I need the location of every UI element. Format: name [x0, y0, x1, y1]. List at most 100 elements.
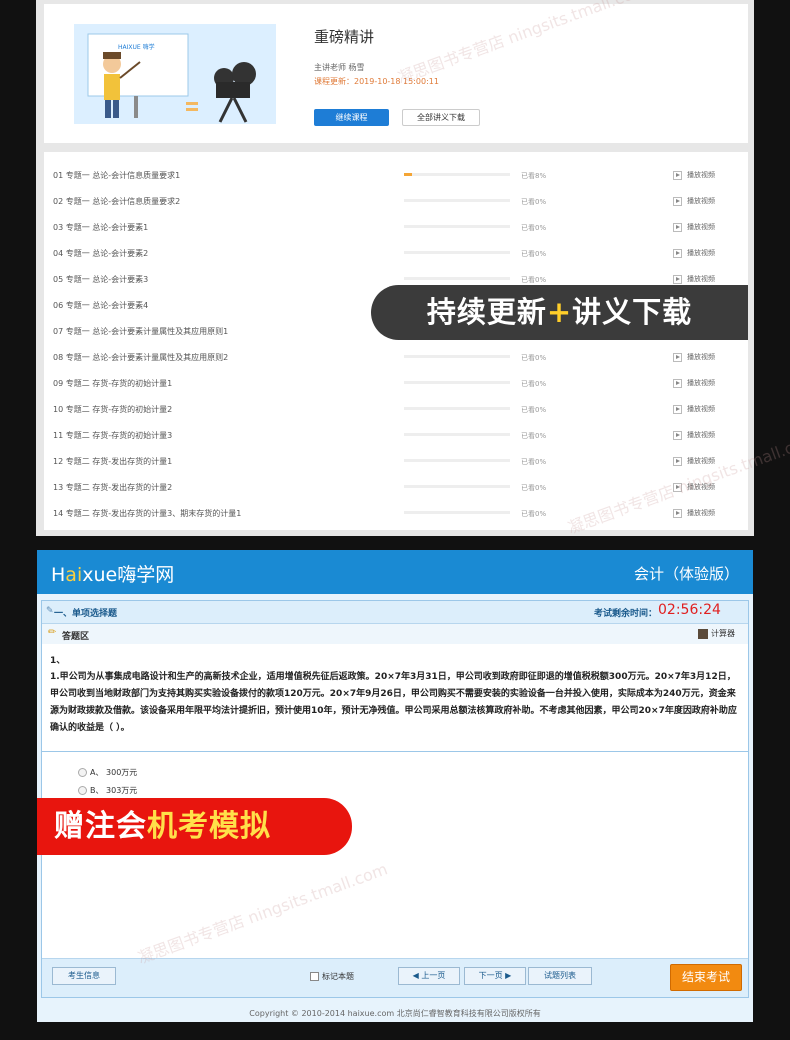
- lesson-row[interactable]: 10 专题二 存货-存货的初始计量2 已看0% 播放视频: [44, 395, 748, 421]
- play-label: 播放视频: [687, 275, 715, 283]
- course-title: 重磅精讲: [314, 28, 375, 46]
- continue-course-button[interactable]: 继续课程: [314, 109, 389, 126]
- lesson-row[interactable]: 01 专题一 总论-会计信息质量要求1 已看8% 播放视频: [44, 161, 748, 187]
- play-icon: [673, 248, 682, 258]
- play-icon: [673, 274, 682, 284]
- end-exam-button[interactable]: 结束考试: [670, 964, 742, 991]
- play-video-button[interactable]: 播放视频: [673, 248, 715, 258]
- pen-icon: ✎: [46, 606, 54, 616]
- logo-rest: xue嗨学网: [82, 564, 175, 586]
- download-notes-button[interactable]: 全部讲义下载: [402, 109, 480, 126]
- candidate-info-button[interactable]: 考生信息: [52, 967, 116, 985]
- progress-bar: [404, 459, 510, 462]
- haixue-logo: Haixue嗨学网: [51, 560, 174, 587]
- play-icon: [673, 456, 682, 466]
- play-video-button[interactable]: 播放视频: [673, 508, 715, 518]
- lesson-row[interactable]: 02 专题一 总论-会计信息质量要求2 已看0% 播放视频: [44, 187, 748, 213]
- section-bar: ✎ 一、单项选择题 考试剩余时间： 02:56:24: [42, 601, 748, 624]
- calculator-icon: [698, 628, 708, 639]
- progress-bar: [404, 251, 510, 254]
- lesson-row[interactable]: 08 专题一 总论-会计要素计量属性及其应用原则2 已看0% 播放视频: [44, 343, 748, 369]
- banner1-part1: 持续更新: [426, 295, 547, 329]
- progress-percent: 已看0%: [521, 406, 547, 414]
- question-list-button[interactable]: 试题列表: [528, 967, 592, 985]
- banner2-part1: 赠注会: [54, 809, 147, 844]
- copyright: Copyright © 2010-2014 haixue.com 北京尚仁睿智教…: [249, 1009, 541, 1018]
- lesson-title[interactable]: 01 专题一 总论-会计信息质量要求1: [53, 170, 180, 181]
- progress-percent: 已看0%: [521, 224, 547, 232]
- play-video-button[interactable]: 播放视频: [673, 196, 715, 206]
- progress-percent: 已看0%: [521, 276, 547, 284]
- option-b[interactable]: B、 303万元: [78, 785, 137, 796]
- question-text: 1.甲公司为从事集成电路设计和生产的高新技术企业，适用增值税先征后返政策。20×…: [50, 672, 737, 733]
- lesson-title[interactable]: 10 专题二 存货-存货的初始计量2: [53, 404, 172, 415]
- play-icon: [673, 404, 682, 414]
- lesson-title[interactable]: 11 专题二 存货-存货的初始计量3: [53, 430, 172, 441]
- play-label: 播放视频: [687, 405, 715, 413]
- progress-percent: 已看0%: [521, 354, 547, 362]
- lesson-list: 01 专题一 总论-会计信息质量要求1 已看8% 播放视频 02 专题一 总论-会计信…: [44, 152, 748, 530]
- progress-percent: 已看0%: [521, 198, 547, 206]
- play-label: 播放视频: [687, 197, 715, 205]
- play-label: 播放视频: [687, 379, 715, 387]
- teacher-illustration-icon: [74, 24, 276, 124]
- prev-page-button[interactable]: ◀ 上一页: [398, 967, 460, 985]
- banner1-plus: +: [546, 295, 573, 329]
- lesson-row[interactable]: 04 专题一 总论-会计要素2 已看0% 播放视频: [44, 239, 748, 265]
- lesson-title[interactable]: 04 专题一 总论-会计要素2: [53, 248, 148, 259]
- lesson-row[interactable]: 11 专题二 存货-存货的初始计量3 已看0% 播放视频: [44, 421, 748, 447]
- lesson-row[interactable]: 03 专题一 总论-会计要素1 已看0% 播放视频: [44, 213, 748, 239]
- play-label: 播放视频: [687, 223, 715, 231]
- play-icon: [673, 196, 682, 206]
- logo-h: H: [51, 564, 66, 586]
- lesson-title[interactable]: 07 专题一 总论-会计要素计量属性及其应用原则1: [53, 326, 228, 337]
- mark-label: 标记本题: [322, 972, 354, 981]
- lesson-row[interactable]: 12 专题二 存货-发出存货的计量1 已看0% 播放视频: [44, 447, 748, 473]
- lesson-title[interactable]: 06 专题一 总论-会计要素4: [53, 300, 148, 311]
- question-number: 1、: [50, 656, 66, 666]
- play-label: 播放视频: [687, 431, 715, 439]
- play-video-button[interactable]: 播放视频: [673, 170, 715, 180]
- play-video-button[interactable]: 播放视频: [673, 274, 715, 284]
- play-video-button[interactable]: 播放视频: [673, 430, 715, 440]
- progress-bar: [404, 199, 510, 202]
- play-video-button[interactable]: 播放视频: [673, 352, 715, 362]
- course-thumbnail: HAIXUE 嗨学: [74, 24, 276, 124]
- lesson-row[interactable]: 09 专题二 存货-存货的初始计量1 已看0% 播放视频: [44, 369, 748, 395]
- exam-subject: 会计（体验版）: [633, 565, 739, 583]
- progress-percent: 已看0%: [521, 458, 547, 466]
- progress-bar: [404, 277, 510, 280]
- play-icon: [673, 378, 682, 388]
- calculator-label: 计算器: [711, 629, 735, 638]
- logo-ai: ai: [65, 564, 83, 586]
- play-icon: [673, 508, 682, 518]
- lesson-title[interactable]: 13 专题二 存货-发出存货的计量2: [53, 482, 172, 493]
- option-a-label: A、 300万元: [90, 768, 138, 777]
- lesson-title[interactable]: 12 专题二 存货-发出存货的计量1: [53, 456, 172, 467]
- option-a[interactable]: A、 300万元: [78, 767, 137, 778]
- play-icon: [673, 170, 682, 180]
- play-video-button[interactable]: 播放视频: [673, 378, 715, 388]
- lesson-title[interactable]: 08 专题一 总论-会计要素计量属性及其应用原则2: [53, 352, 228, 363]
- next-page-button[interactable]: 下一页 ▶: [464, 967, 526, 985]
- lesson-title[interactable]: 14 专题二 存货-发出存货的计量3、期末存货的计量1: [53, 508, 241, 519]
- lesson-title[interactable]: 02 专题一 总论-会计信息质量要求2: [53, 196, 180, 207]
- play-video-button[interactable]: 播放视频: [673, 404, 715, 414]
- progress-percent: 已看0%: [521, 510, 547, 518]
- lesson-title[interactable]: 09 专题二 存货-存货的初始计量1: [53, 378, 172, 389]
- radio-icon: [78, 786, 87, 795]
- progress-bar: [404, 433, 510, 436]
- calculator-button[interactable]: 计算器: [698, 628, 735, 639]
- banner2-part2: 机考模拟: [147, 809, 271, 844]
- progress-fill: [404, 173, 413, 176]
- play-video-button[interactable]: 播放视频: [673, 222, 715, 232]
- pencil-icon: ✏: [48, 627, 57, 638]
- progress-percent: 已看8%: [521, 172, 547, 180]
- mark-question-checkbox[interactable]: 标记本题: [310, 971, 354, 982]
- answer-area-bar: ✏ 答题区 计算器: [42, 624, 748, 644]
- mock-exam-banner: 赠注会机考模拟: [37, 798, 352, 855]
- exam-timer: 02:56:24: [658, 602, 721, 618]
- lesson-title[interactable]: 05 专题一 总论-会计要素3: [53, 274, 148, 285]
- lesson-title[interactable]: 03 专题一 总论-会计要素1: [53, 222, 148, 233]
- play-icon: [673, 352, 682, 362]
